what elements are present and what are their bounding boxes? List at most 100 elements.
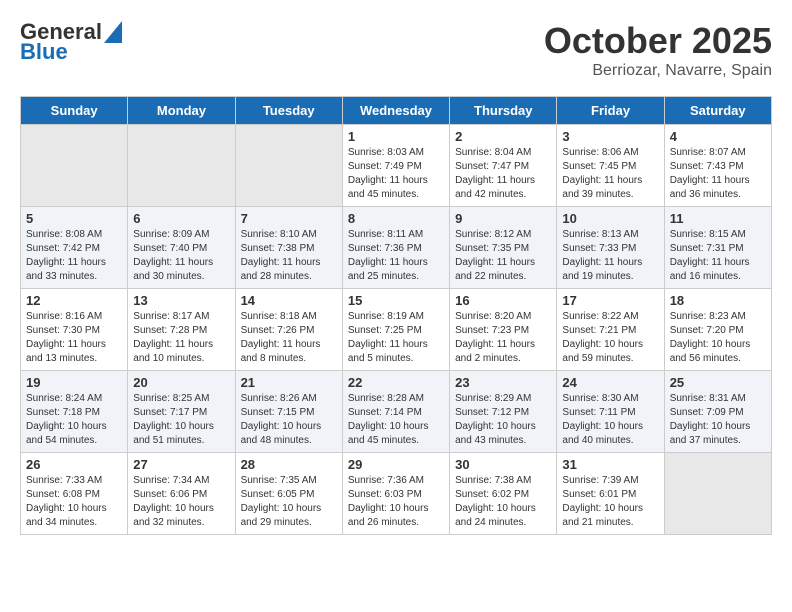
day-number: 11 bbox=[670, 211, 766, 226]
day-number: 21 bbox=[241, 375, 337, 390]
calendar-cell: 1 Sunrise: 8:03 AM Sunset: 7:49 PM Daylig… bbox=[342, 125, 449, 207]
calendar-cell: 11 Sunrise: 8:15 AM Sunset: 7:31 PM Dayli… bbox=[664, 207, 771, 289]
calendar-cell: 29 Sunrise: 7:36 AM Sunset: 6:03 PM Dayli… bbox=[342, 453, 449, 535]
calendar-cell bbox=[128, 125, 235, 207]
week-row-5: 26 Sunrise: 7:33 AM Sunset: 6:08 PM Dayli… bbox=[21, 453, 772, 535]
cell-content: Sunrise: 8:17 AM Sunset: 7:28 PM Dayligh… bbox=[133, 310, 229, 366]
cell-content: Sunrise: 8:12 AM Sunset: 7:35 PM Dayligh… bbox=[455, 228, 551, 284]
calendar-cell: 31Sunrise: 7:39 AM Sunset: 6:01 PM Dayli… bbox=[557, 453, 664, 535]
cell-content: Sunrise: 8:26 AM Sunset: 7:15 PM Dayligh… bbox=[241, 392, 337, 448]
calendar-cell: 5 Sunrise: 8:08 AM Sunset: 7:42 PM Daylig… bbox=[21, 207, 128, 289]
header-saturday: Saturday bbox=[664, 97, 771, 125]
calendar-cell: 27 Sunrise: 7:34 AM Sunset: 6:06 PM Dayli… bbox=[128, 453, 235, 535]
calendar-cell: 23Sunrise: 8:29 AM Sunset: 7:12 PM Dayli… bbox=[450, 371, 557, 453]
day-number: 4 bbox=[670, 129, 766, 144]
calendar-cell: 8 Sunrise: 8:11 AM Sunset: 7:36 PM Daylig… bbox=[342, 207, 449, 289]
day-number: 13 bbox=[133, 293, 229, 308]
logo: General Blue bbox=[20, 20, 122, 64]
calendar-cell: 24 Sunrise: 8:30 AM Sunset: 7:11 PM Dayli… bbox=[557, 371, 664, 453]
calendar-table: SundayMondayTuesdayWednesdayThursdayFrid… bbox=[20, 96, 772, 535]
day-number: 14 bbox=[241, 293, 337, 308]
location: Berriozar, Navarre, Spain bbox=[544, 62, 772, 80]
day-number: 25 bbox=[670, 375, 766, 390]
week-row-2: 5 Sunrise: 8:08 AM Sunset: 7:42 PM Daylig… bbox=[21, 207, 772, 289]
calendar-cell: 30 Sunrise: 7:38 AM Sunset: 6:02 PM Dayli… bbox=[450, 453, 557, 535]
cell-content: Sunrise: 8:09 AM Sunset: 7:40 PM Dayligh… bbox=[133, 228, 229, 284]
cell-content: Sunrise: 7:39 AM Sunset: 6:01 PM Dayligh… bbox=[562, 474, 658, 530]
cell-content: Sunrise: 7:36 AM Sunset: 6:03 PM Dayligh… bbox=[348, 474, 444, 530]
calendar-cell: 18Sunrise: 8:23 AM Sunset: 7:20 PM Dayli… bbox=[664, 289, 771, 371]
cell-content: Sunrise: 8:04 AM Sunset: 7:47 PM Dayligh… bbox=[455, 146, 551, 202]
calendar-cell: 9 Sunrise: 8:12 AM Sunset: 7:35 PM Daylig… bbox=[450, 207, 557, 289]
day-number: 26 bbox=[26, 457, 122, 472]
calendar-cell: 26 Sunrise: 7:33 AM Sunset: 6:08 PM Dayli… bbox=[21, 453, 128, 535]
cell-content: Sunrise: 8:28 AM Sunset: 7:14 PM Dayligh… bbox=[348, 392, 444, 448]
cell-content: Sunrise: 8:15 AM Sunset: 7:31 PM Dayligh… bbox=[670, 228, 766, 284]
cell-content: Sunrise: 8:16 AM Sunset: 7:30 PM Dayligh… bbox=[26, 310, 122, 366]
cell-content: Sunrise: 8:19 AM Sunset: 7:25 PM Dayligh… bbox=[348, 310, 444, 366]
day-number: 22 bbox=[348, 375, 444, 390]
cell-content: Sunrise: 8:20 AM Sunset: 7:23 PM Dayligh… bbox=[455, 310, 551, 366]
cell-content: Sunrise: 8:10 AM Sunset: 7:38 PM Dayligh… bbox=[241, 228, 337, 284]
week-row-1: 1 Sunrise: 8:03 AM Sunset: 7:49 PM Daylig… bbox=[21, 125, 772, 207]
cell-content: Sunrise: 8:25 AM Sunset: 7:17 PM Dayligh… bbox=[133, 392, 229, 448]
cell-content: Sunrise: 8:23 AM Sunset: 7:20 PM Dayligh… bbox=[670, 310, 766, 366]
calendar-cell: 6 Sunrise: 8:09 AM Sunset: 7:40 PM Daylig… bbox=[128, 207, 235, 289]
header-friday: Friday bbox=[557, 97, 664, 125]
calendar-cell bbox=[664, 453, 771, 535]
cell-content: Sunrise: 8:11 AM Sunset: 7:36 PM Dayligh… bbox=[348, 228, 444, 284]
day-number: 7 bbox=[241, 211, 337, 226]
calendar-cell: 12 Sunrise: 8:16 AM Sunset: 7:30 PM Dayli… bbox=[21, 289, 128, 371]
day-number: 8 bbox=[348, 211, 444, 226]
calendar-cell: 15 Sunrise: 8:19 AM Sunset: 7:25 PM Dayli… bbox=[342, 289, 449, 371]
calendar-cell: 3 Sunrise: 8:06 AM Sunset: 7:45 PM Daylig… bbox=[557, 125, 664, 207]
cell-content: Sunrise: 8:30 AM Sunset: 7:11 PM Dayligh… bbox=[562, 392, 658, 448]
cell-content: Sunrise: 8:07 AM Sunset: 7:43 PM Dayligh… bbox=[670, 146, 766, 202]
day-number: 6 bbox=[133, 211, 229, 226]
header-monday: Monday bbox=[128, 97, 235, 125]
cell-content: Sunrise: 8:03 AM Sunset: 7:49 PM Dayligh… bbox=[348, 146, 444, 202]
week-row-3: 12 Sunrise: 8:16 AM Sunset: 7:30 PM Dayli… bbox=[21, 289, 772, 371]
day-number: 23 bbox=[455, 375, 551, 390]
cell-content: Sunrise: 8:06 AM Sunset: 7:45 PM Dayligh… bbox=[562, 146, 658, 202]
day-number: 20 bbox=[133, 375, 229, 390]
cell-content: Sunrise: 8:18 AM Sunset: 7:26 PM Dayligh… bbox=[241, 310, 337, 366]
calendar-cell: 28 Sunrise: 7:35 AM Sunset: 6:05 PM Dayli… bbox=[235, 453, 342, 535]
cell-content: Sunrise: 7:38 AM Sunset: 6:02 PM Dayligh… bbox=[455, 474, 551, 530]
header-sunday: Sunday bbox=[21, 97, 128, 125]
day-number: 1 bbox=[348, 129, 444, 144]
cell-content: Sunrise: 7:35 AM Sunset: 6:05 PM Dayligh… bbox=[241, 474, 337, 530]
calendar-cell: 22 Sunrise: 8:28 AM Sunset: 7:14 PM Dayli… bbox=[342, 371, 449, 453]
cell-content: Sunrise: 8:24 AM Sunset: 7:18 PM Dayligh… bbox=[26, 392, 122, 448]
cell-content: Sunrise: 8:08 AM Sunset: 7:42 PM Dayligh… bbox=[26, 228, 122, 284]
calendar-cell: 19Sunrise: 8:24 AM Sunset: 7:18 PM Dayli… bbox=[21, 371, 128, 453]
calendar-cell bbox=[235, 125, 342, 207]
cell-content: Sunrise: 7:34 AM Sunset: 6:06 PM Dayligh… bbox=[133, 474, 229, 530]
calendar-cell: 7 Sunrise: 8:10 AM Sunset: 7:38 PM Daylig… bbox=[235, 207, 342, 289]
day-number: 12 bbox=[26, 293, 122, 308]
calendar-cell: 20 Sunrise: 8:25 AM Sunset: 7:17 PM Dayli… bbox=[128, 371, 235, 453]
day-number: 29 bbox=[348, 457, 444, 472]
day-number: 3 bbox=[562, 129, 658, 144]
header-tuesday: Tuesday bbox=[235, 97, 342, 125]
header-row: SundayMondayTuesdayWednesdayThursdayFrid… bbox=[21, 97, 772, 125]
day-number: 9 bbox=[455, 211, 551, 226]
day-number: 15 bbox=[348, 293, 444, 308]
day-number: 17 bbox=[562, 293, 658, 308]
day-number: 10 bbox=[562, 211, 658, 226]
day-number: 30 bbox=[455, 457, 551, 472]
logo-text-line2: Blue bbox=[20, 40, 122, 64]
title-area: October 2025 Berriozar, Navarre, Spain bbox=[544, 20, 772, 80]
day-number: 24 bbox=[562, 375, 658, 390]
cell-content: Sunrise: 8:13 AM Sunset: 7:33 PM Dayligh… bbox=[562, 228, 658, 284]
calendar-cell: 25 Sunrise: 8:31 AM Sunset: 7:09 PM Dayli… bbox=[664, 371, 771, 453]
calendar-cell: 2Sunrise: 8:04 AM Sunset: 7:47 PM Daylig… bbox=[450, 125, 557, 207]
day-number: 28 bbox=[241, 457, 337, 472]
week-row-4: 19Sunrise: 8:24 AM Sunset: 7:18 PM Dayli… bbox=[21, 371, 772, 453]
cell-content: Sunrise: 8:31 AM Sunset: 7:09 PM Dayligh… bbox=[670, 392, 766, 448]
day-number: 5 bbox=[26, 211, 122, 226]
header-thursday: Thursday bbox=[450, 97, 557, 125]
cell-content: Sunrise: 7:33 AM Sunset: 6:08 PM Dayligh… bbox=[26, 474, 122, 530]
day-number: 27 bbox=[133, 457, 229, 472]
calendar-cell: 13 Sunrise: 8:17 AM Sunset: 7:28 PM Dayli… bbox=[128, 289, 235, 371]
